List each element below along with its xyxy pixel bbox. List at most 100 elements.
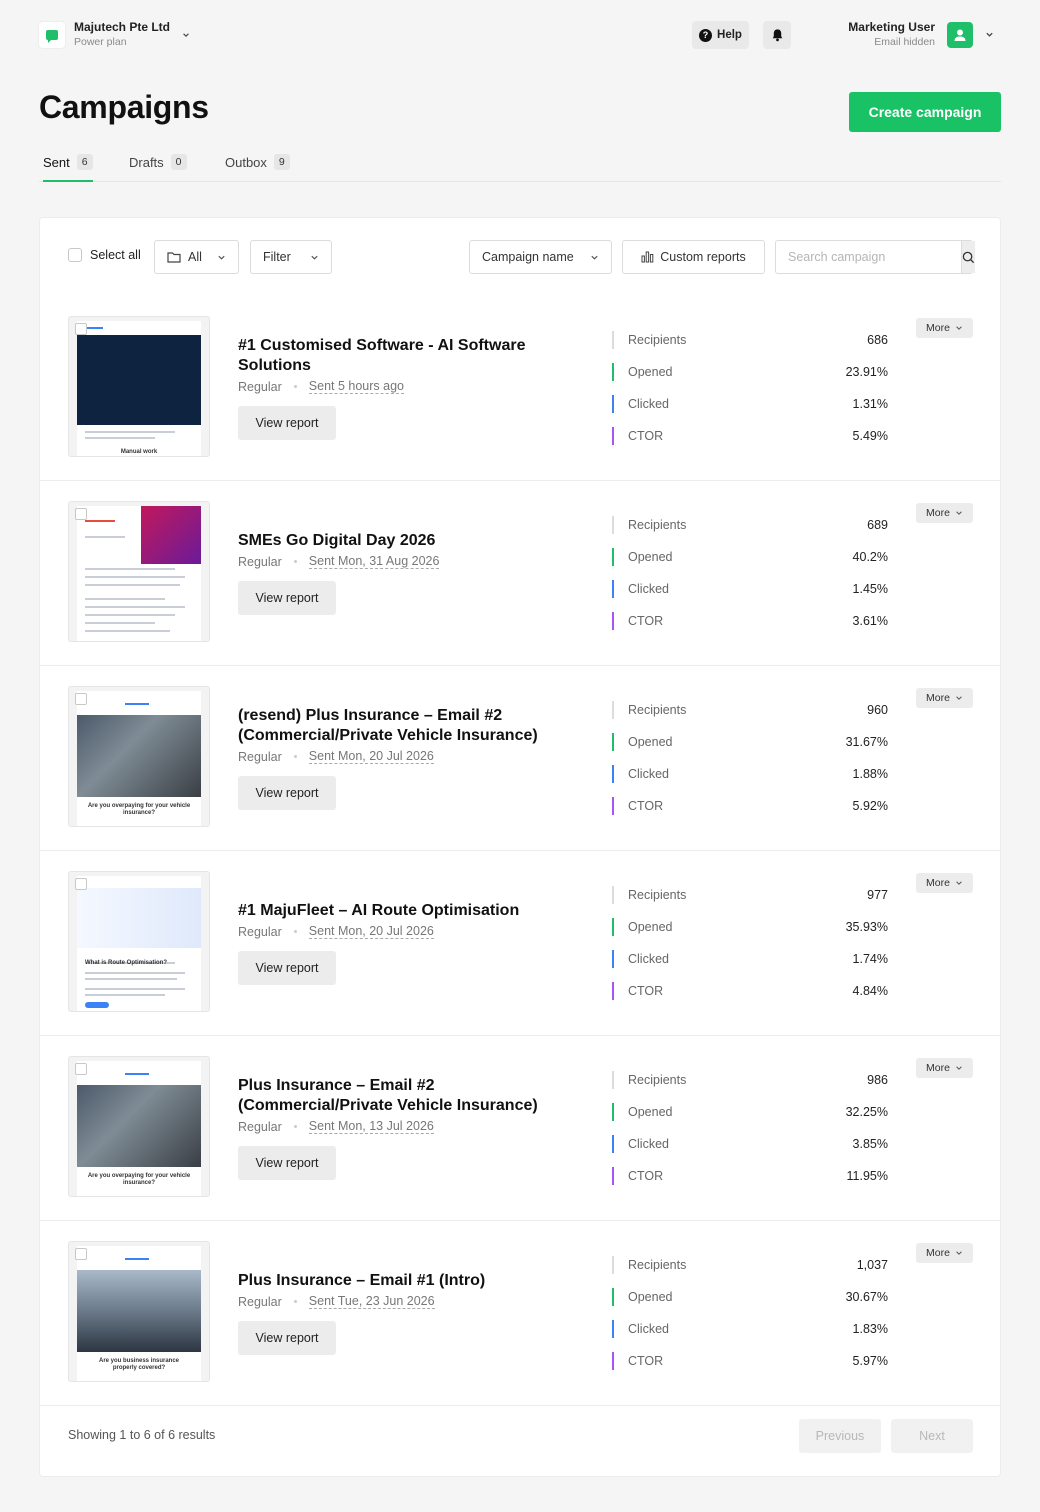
filter-dropdown[interactable]: Filter xyxy=(250,240,332,274)
stat-recipients: Recipients 986 xyxy=(612,1070,888,1090)
view-report-button[interactable]: View report xyxy=(238,1146,336,1180)
bell-icon xyxy=(772,29,782,42)
stat-value: 30.67% xyxy=(845,1290,888,1304)
campaign-thumbnail[interactable]: What is Route Optimisation? xyxy=(68,871,210,1012)
stat-indicator-bar xyxy=(612,1352,614,1370)
campaign-thumbnail[interactable] xyxy=(68,501,210,642)
campaign-thumbnail[interactable]: Manual work xyxy=(68,316,210,457)
campaign-row[interactable]: Are you overpaying for your vehicle insu… xyxy=(40,666,1000,851)
more-button[interactable]: More xyxy=(916,503,973,523)
more-button[interactable]: More xyxy=(916,688,973,708)
campaign-title[interactable]: SMEs Go Digital Day 2026 xyxy=(238,531,578,551)
stat-label: Opened xyxy=(628,735,673,749)
search-input[interactable] xyxy=(776,241,961,273)
campaign-list: Manual work #1 Customised Software - AI S… xyxy=(40,296,1000,1406)
campaign-title[interactable]: Plus Insurance – Email #2 (Commercial/Pr… xyxy=(238,1076,578,1116)
stat-recipients: Recipients 960 xyxy=(612,700,888,720)
campaign-thumbnail[interactable]: Are you overpaying for your vehicle insu… xyxy=(68,686,210,827)
reports-label: Custom reports xyxy=(660,250,746,264)
create-campaign-button[interactable]: Create campaign xyxy=(849,92,1001,132)
view-report-button[interactable]: View report xyxy=(238,406,336,440)
select-all-checkbox[interactable]: Select all xyxy=(68,248,141,262)
stat-indicator-bar xyxy=(612,733,614,751)
view-report-button[interactable]: View report xyxy=(238,581,336,615)
stat-value: 11.95% xyxy=(846,1169,888,1183)
stat-ctor: CTOR 3.61% xyxy=(612,611,888,631)
campaign-row[interactable]: SMEs Go Digital Day 2026 Regular Sent Mon,… xyxy=(40,481,1000,666)
campaign-row[interactable]: Are you overpaying for your vehicle insu… xyxy=(40,1036,1000,1221)
search-button[interactable] xyxy=(961,241,975,273)
stat-clicked: Clicked 3.85% xyxy=(612,1134,888,1154)
chevron-down-icon xyxy=(956,696,962,700)
stat-label: Opened xyxy=(628,365,673,379)
row-checkbox[interactable] xyxy=(75,1248,87,1260)
row-checkbox[interactable] xyxy=(75,878,87,890)
campaign-title[interactable]: (resend) Plus Insurance – Email #2 (Comm… xyxy=(238,706,578,746)
view-report-button[interactable]: View report xyxy=(238,776,336,810)
more-label: More xyxy=(926,507,950,519)
row-checkbox[interactable] xyxy=(75,1063,87,1075)
stat-indicator-bar xyxy=(612,331,614,349)
checkbox-box[interactable] xyxy=(68,248,82,262)
chevron-down-icon xyxy=(183,32,189,37)
user-menu[interactable]: Marketing User Email hidden xyxy=(848,20,994,49)
more-button[interactable]: More xyxy=(916,318,973,338)
campaign-stats: Recipients 1,037 Opened 30.67% Clicked 1.83% C… xyxy=(612,1221,888,1405)
campaign-title[interactable]: #1 Customised Software - AI Software Sol… xyxy=(238,336,578,376)
stat-value: 23.91% xyxy=(845,365,888,379)
stat-label: Recipients xyxy=(628,1073,687,1087)
next-button[interactable]: Next xyxy=(891,1419,973,1453)
stat-label: Clicked xyxy=(628,952,669,966)
stat-label: Opened xyxy=(628,1290,673,1304)
sent-time: Sent Mon, 20 Jul 2026 xyxy=(308,749,434,764)
campaign-thumbnail[interactable]: Are you business insurance properly cove… xyxy=(68,1241,210,1382)
row-checkbox[interactable] xyxy=(75,693,87,705)
chat-logo-icon xyxy=(39,21,65,48)
tab-outbox[interactable]: Outbox 9 xyxy=(225,143,290,181)
stat-clicked: Clicked 1.83% xyxy=(612,1319,888,1339)
previous-button[interactable]: Previous xyxy=(799,1419,881,1453)
more-button[interactable]: More xyxy=(916,1243,973,1263)
stat-indicator-bar xyxy=(612,612,614,630)
stat-opened: Opened 23.91% xyxy=(612,362,888,382)
view-report-button[interactable]: View report xyxy=(238,1321,336,1355)
more-button[interactable]: More xyxy=(916,1058,973,1078)
more-button[interactable]: More xyxy=(916,873,973,893)
tab-sent[interactable]: Sent 6 xyxy=(43,143,93,182)
org-switcher[interactable]: Majutech Pte Ltd Power plan xyxy=(39,20,190,49)
campaign-row[interactable]: Manual work #1 Customised Software - AI S… xyxy=(40,296,1000,481)
user-email: Email hidden xyxy=(874,36,935,48)
sort-dropdown[interactable]: Campaign name xyxy=(469,240,612,274)
separator-dot xyxy=(293,560,297,563)
stat-value: 35.93% xyxy=(845,920,888,934)
custom-reports-button[interactable]: Custom reports xyxy=(622,240,765,274)
view-report-button[interactable]: View report xyxy=(238,951,336,985)
stat-label: CTOR xyxy=(628,614,664,628)
campaign-stats: Recipients 686 Opened 23.91% Clicked 1.31% CTO… xyxy=(612,296,888,480)
user-name: Marketing User xyxy=(848,20,935,34)
row-checkbox[interactable] xyxy=(75,323,87,335)
tab-drafts[interactable]: Drafts 0 xyxy=(129,143,187,181)
campaign-title[interactable]: #1 MajuFleet – AI Route Optimisation xyxy=(238,901,578,921)
row-checkbox[interactable] xyxy=(75,508,87,520)
stat-value: 40.2% xyxy=(852,550,888,564)
folder-dropdown[interactable]: All xyxy=(154,240,239,274)
campaign-stats: Recipients 689 Opened 40.2% Clicked 1.45% CTOR… xyxy=(612,481,888,665)
thumbnail-caption: Are you overpaying for your vehicle insu… xyxy=(87,803,191,816)
stat-opened: Opened 30.67% xyxy=(612,1287,888,1307)
campaign-title[interactable]: Plus Insurance – Email #1 (Intro) xyxy=(238,1271,578,1291)
separator-dot xyxy=(293,1300,297,1303)
stat-indicator-bar xyxy=(612,701,614,719)
thumbnail-caption: Manual work xyxy=(120,449,158,455)
stat-recipients: Recipients 686 xyxy=(612,330,888,350)
campaign-row[interactable]: Are you business insurance properly cove… xyxy=(40,1221,1000,1406)
stat-label: Recipients xyxy=(628,518,687,532)
filter-label: Filter xyxy=(263,250,291,264)
campaign-row[interactable]: What is Route Optimisation? #1 MajuFleet … xyxy=(40,851,1000,1036)
notifications-button[interactable] xyxy=(763,21,791,49)
help-button[interactable]: ? Help xyxy=(692,21,749,49)
tab-count-badge: 9 xyxy=(273,154,290,170)
stat-opened: Opened 40.2% xyxy=(612,547,888,567)
folder-icon xyxy=(167,252,181,263)
campaign-thumbnail[interactable]: Are you overpaying for your vehicle insu… xyxy=(68,1056,210,1197)
